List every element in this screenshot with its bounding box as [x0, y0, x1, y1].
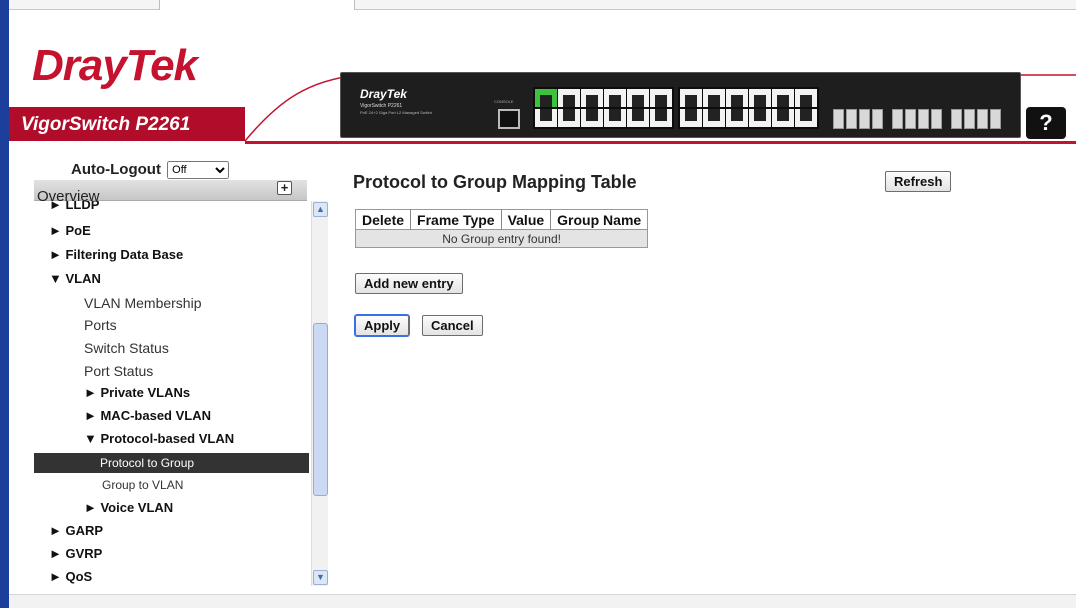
port-icon: [558, 109, 580, 127]
draytek-logo: DrayTek: [32, 41, 198, 90]
add-new-entry-button[interactable]: Add new entry: [355, 273, 463, 294]
port-icon: [535, 109, 557, 127]
sfp-group-1: [833, 109, 883, 129]
port-icon: [581, 109, 603, 127]
port-group-2: [678, 87, 819, 129]
column-header: Delete: [355, 209, 412, 230]
port-icon: [558, 89, 580, 107]
port-icon: [726, 109, 748, 127]
sfp-port-icon: [833, 109, 844, 129]
column-header: Frame Type: [410, 209, 502, 230]
sfp-port-icon: [892, 109, 903, 129]
port-icon: [581, 89, 603, 107]
port-icon: [795, 109, 817, 127]
nav-item-protocol-based-vlan[interactable]: ▼ Protocol-based VLAN: [84, 431, 234, 446]
switch-front-panel: DrayTek VigorSwitch P2261 PoE 24+2 Giga …: [340, 72, 1021, 138]
device-subtitle: PoE 24+2 Giga Port L2 Managed Switch: [360, 110, 432, 115]
nav-item-vlan[interactable]: ▼ VLAN: [49, 271, 101, 286]
browser-tab-strip: [9, 0, 1076, 10]
nav-item-group-to-vlan[interactable]: Group to VLAN: [102, 478, 183, 492]
nav-item-garp[interactable]: ► GARP: [49, 523, 103, 538]
page-title: Protocol to Group Mapping Table: [353, 172, 637, 192]
table-header-row: Delete Frame Type Value Group Name: [355, 209, 648, 230]
browser-tab[interactable]: [159, 0, 355, 10]
column-header: Group Name: [557, 211, 642, 228]
header-divider: [245, 141, 1076, 144]
port-icon: [627, 89, 649, 107]
sfp-port-icon: [905, 109, 916, 129]
apply-button[interactable]: Apply: [353, 314, 411, 337]
port-icon: [535, 89, 557, 107]
header: DrayTek VigorSwitch P2261 DrayTek VigorS…: [9, 10, 1076, 151]
sfp-group-2: [892, 109, 942, 129]
sfp-port-icon: [846, 109, 857, 129]
port-icon: [650, 109, 672, 127]
port-icon: [627, 109, 649, 127]
nav-item-mac-based-vlan[interactable]: ► MAC-based VLAN: [84, 408, 211, 423]
console-label: CONSOLE: [494, 99, 514, 104]
port-icon: [795, 89, 817, 107]
port-icon: [749, 109, 771, 127]
nav-item-vlan-membership[interactable]: VLAN Membership: [84, 295, 202, 311]
port-icon: [703, 109, 725, 127]
scroll-down-icon[interactable]: ▼: [313, 570, 328, 585]
sfp-group-3: [951, 109, 1001, 129]
empty-table-message: No Group entry found!: [354, 229, 649, 248]
refresh-button[interactable]: Refresh: [885, 171, 952, 192]
scrollbar-thumb[interactable]: [313, 323, 328, 496]
device-brand: DrayTek: [360, 87, 407, 101]
scroll-up-icon[interactable]: ▲: [313, 202, 328, 217]
port-icon: [650, 89, 672, 107]
port-icon: [726, 89, 748, 107]
status-bar: [9, 594, 1076, 608]
port-icon: [680, 89, 702, 107]
auto-logout: Auto-Logout Off: [71, 161, 230, 179]
port-icon: [604, 109, 626, 127]
sfp-port-icon: [859, 109, 870, 129]
nav-item-port-status[interactable]: Port Status: [84, 363, 153, 379]
nav-item-ports[interactable]: Ports: [84, 317, 117, 333]
port-icon: [749, 89, 771, 107]
port-group-1: [533, 87, 674, 129]
nav-item-lldp[interactable]: ► LLDP: [49, 201, 99, 212]
expand-all-icon[interactable]: +: [277, 181, 292, 195]
port-icon: [604, 89, 626, 107]
console-port-icon: [498, 109, 520, 129]
sfp-port-icon: [951, 109, 962, 129]
port-icon: [680, 109, 702, 127]
port-icon: [772, 89, 794, 107]
device-model: VigorSwitch P2261: [360, 103, 403, 109]
sidebar-scrollbar[interactable]: ▲ ▼: [311, 201, 328, 586]
column-header: Value: [501, 209, 552, 230]
sfp-port-icon: [918, 109, 929, 129]
nav-item-private-vlans[interactable]: ► Private VLANs: [84, 385, 190, 400]
model-name: VigorSwitch P2261: [21, 114, 191, 135]
sfp-port-icon: [872, 109, 883, 129]
nav-item-poe[interactable]: ► PoE: [49, 223, 91, 238]
sfp-port-icon: [931, 109, 942, 129]
nav-item-protocol-to-group[interactable]: Protocol to Group: [34, 453, 309, 473]
table-row: No Group entry found!: [354, 229, 649, 248]
nav-item-filtering-data-base[interactable]: ► Filtering Data Base: [49, 247, 183, 262]
window-frame-left: [0, 0, 9, 608]
nav-item-qos[interactable]: ► QoS: [49, 569, 92, 584]
sfp-port-icon: [977, 109, 988, 129]
help-button[interactable]: ?: [1026, 107, 1066, 139]
overview-header[interactable]: Overview +: [34, 180, 307, 205]
sfp-port-icon: [990, 109, 1001, 129]
sfp-port-icon: [964, 109, 975, 129]
nav-item-gvrp[interactable]: ► GVRP: [49, 546, 102, 561]
port-icon: [703, 89, 725, 107]
auto-logout-label: Auto-Logout: [71, 161, 161, 178]
protocol-group-table: Delete Frame Type Value Group Name No Gr…: [354, 209, 649, 248]
nav-item-voice-vlan[interactable]: ► Voice VLAN: [84, 500, 173, 515]
port-icon: [772, 109, 794, 127]
nav-item-switch-status[interactable]: Switch Status: [84, 340, 169, 356]
navigation-tree: ► LLDP ► PoE ► Filtering Data Base ▼ VLA…: [34, 201, 309, 586]
auto-logout-select[interactable]: Off: [167, 161, 230, 179]
cancel-button[interactable]: Cancel: [422, 315, 483, 336]
